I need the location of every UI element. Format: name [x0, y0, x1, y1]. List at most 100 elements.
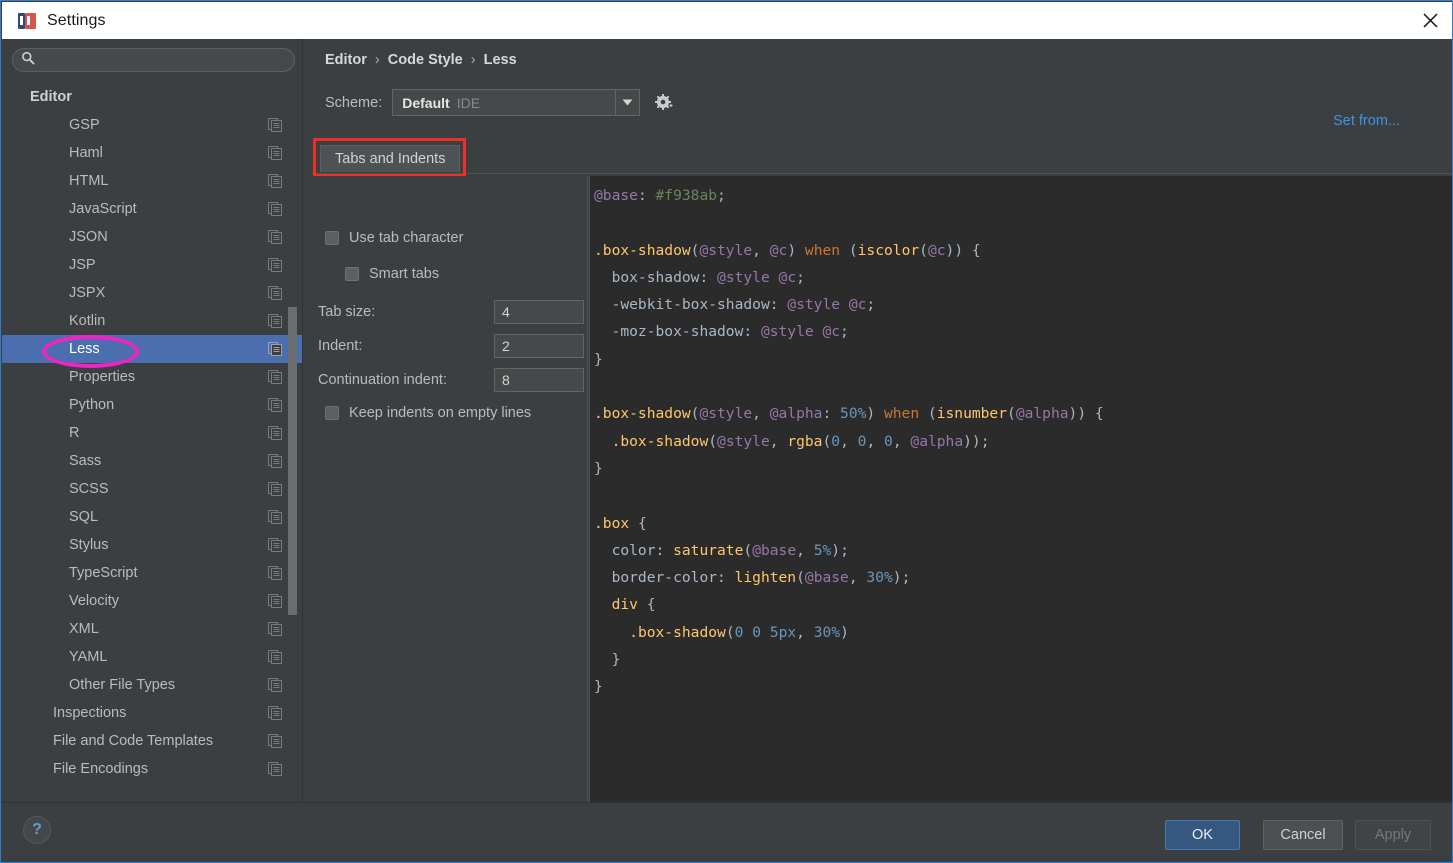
- input-continuation-indent[interactable]: [494, 368, 584, 392]
- sidebar-item-label: GSP: [69, 117, 100, 133]
- sidebar-item-editor[interactable]: Editor: [2, 83, 302, 111]
- copy-settings-icon[interactable]: [268, 230, 282, 244]
- copy-settings-icon[interactable]: [268, 118, 282, 132]
- checkbox-smart-tabs[interactable]: Smart tabs: [345, 266, 439, 282]
- sidebar-item-haml[interactable]: Haml: [2, 139, 302, 167]
- input-tab-size[interactable]: [494, 300, 584, 324]
- sidebar-item-jsp[interactable]: JSP: [2, 251, 302, 279]
- copy-settings-icon[interactable]: [268, 454, 282, 468]
- sidebar-item-yaml[interactable]: YAML: [2, 643, 302, 671]
- copy-settings-icon[interactable]: [268, 706, 282, 720]
- tabs-and-indents-options: Use tab character Smart tabs Tab size: I…: [313, 176, 588, 802]
- code-line: .box-shadow(@style, @c) when (iscolor(@c…: [594, 241, 981, 259]
- close-icon[interactable]: [1407, 2, 1452, 39]
- checkbox-box-keep-indents: [325, 406, 339, 420]
- gear-icon[interactable]: [653, 92, 675, 114]
- code-line: color: saturate(@base, 5%);: [611, 541, 849, 559]
- sidebar-item-scss[interactable]: SCSS: [2, 475, 302, 503]
- settings-sidebar: Editor GSP Haml HTML JavaScript JSON JSP JSPX Ko…: [2, 39, 303, 802]
- copy-settings-icon[interactable]: [268, 258, 282, 272]
- ok-button[interactable]: OK: [1165, 820, 1240, 850]
- sidebar-item-javascript[interactable]: JavaScript: [2, 195, 302, 223]
- sidebar-item-label: Haml: [69, 145, 103, 161]
- copy-settings-icon[interactable]: [268, 482, 282, 496]
- copy-settings-icon[interactable]: [268, 538, 282, 552]
- sidebar-item-sql[interactable]: SQL: [2, 503, 302, 531]
- sidebar-item-jspx[interactable]: JSPX: [2, 279, 302, 307]
- copy-settings-icon[interactable]: [268, 370, 282, 384]
- sidebar-item-other-file-types[interactable]: Other File Types: [2, 671, 302, 699]
- sidebar-item-label: R: [69, 425, 80, 441]
- copy-settings-icon[interactable]: [268, 314, 282, 328]
- copy-settings-icon[interactable]: [268, 342, 282, 356]
- scheme-dropdown[interactable]: Default IDE: [392, 89, 641, 116]
- tab-tabs-and-indents[interactable]: Tabs and Indents: [320, 145, 461, 172]
- copy-settings-icon[interactable]: [268, 202, 282, 216]
- search-box[interactable]: [12, 48, 295, 72]
- sidebar-item-label: HTML: [69, 173, 109, 189]
- sidebar-item-label: JavaScript: [69, 201, 137, 217]
- copy-settings-icon[interactable]: [268, 286, 282, 300]
- breadcrumb-separator-2: ›: [470, 52, 476, 68]
- code-preview[interactable]: @base: #f938ab; .box-shadow(@style, @c) …: [589, 176, 1452, 802]
- settings-tree: Editor GSP Haml HTML JavaScript JSON JSP JSPX Ko…: [2, 83, 302, 802]
- code-line: -moz-box-shadow: @style @c;: [611, 323, 849, 341]
- set-from-link[interactable]: Set from...: [1333, 113, 1400, 129]
- sidebar-item-gsp[interactable]: GSP: [2, 111, 302, 139]
- sidebar-item-inspections[interactable]: Inspections: [2, 699, 302, 727]
- sidebar-item-kotlin[interactable]: Kotlin: [2, 307, 302, 335]
- intellij-idea-icon: [18, 12, 36, 30]
- breadcrumb: Editor › Code Style › Less: [325, 52, 517, 68]
- search-icon: [21, 51, 35, 70]
- checkbox-keep-indents-on-empty-lines[interactable]: Keep indents on empty lines: [325, 405, 531, 421]
- checkbox-use-tab-character[interactable]: Use tab character: [325, 230, 463, 246]
- copy-settings-icon[interactable]: [268, 594, 282, 608]
- search-input[interactable]: [35, 50, 294, 70]
- sidebar-item-r[interactable]: R: [2, 419, 302, 447]
- copy-settings-icon[interactable]: [268, 398, 282, 412]
- checkbox-box-use-tab-character: [325, 231, 339, 245]
- sidebar-item-sass[interactable]: Sass: [2, 447, 302, 475]
- sidebar-item-file-encodings[interactable]: File Encodings: [2, 755, 302, 783]
- copy-settings-icon[interactable]: [268, 174, 282, 188]
- sidebar-item-label: Less: [69, 341, 100, 357]
- sidebar-item-python[interactable]: Python: [2, 391, 302, 419]
- copy-settings-icon[interactable]: [268, 762, 282, 776]
- sidebar-item-file-and-code-templates[interactable]: File and Code Templates: [2, 727, 302, 755]
- sidebar-item-properties[interactable]: Properties: [2, 363, 302, 391]
- code-line: box-shadow: @style @c;: [611, 268, 805, 286]
- copy-settings-icon[interactable]: [268, 510, 282, 524]
- copy-settings-icon[interactable]: [268, 426, 282, 440]
- apply-button[interactable]: Apply: [1355, 820, 1431, 850]
- copy-settings-icon[interactable]: [268, 678, 282, 692]
- copy-settings-icon[interactable]: [268, 622, 282, 636]
- sidebar-item-json[interactable]: JSON: [2, 223, 302, 251]
- input-indent[interactable]: [494, 334, 584, 358]
- cancel-button[interactable]: Cancel: [1263, 820, 1343, 850]
- sidebar-item-html[interactable]: HTML: [2, 167, 302, 195]
- sidebar-item-label: JSON: [69, 229, 108, 245]
- sidebar-item-less[interactable]: Less: [2, 335, 302, 363]
- sidebar-item-label: Python: [69, 397, 115, 413]
- sidebar-item-label: Inspections: [53, 705, 127, 721]
- sidebar-item-stylus[interactable]: Stylus: [2, 531, 302, 559]
- copy-settings-icon[interactable]: [268, 146, 282, 160]
- sidebar-item-velocity[interactable]: Velocity: [2, 587, 302, 615]
- label-use-tab-character: Use tab character: [349, 230, 464, 246]
- code-line: .box-shadow(@style, @alpha: 50%) when (i…: [594, 405, 1104, 423]
- help-icon[interactable]: ?: [23, 816, 51, 844]
- copy-settings-icon[interactable]: [268, 734, 282, 748]
- copy-settings-icon[interactable]: [268, 650, 282, 664]
- label-keep-indents: Keep indents on empty lines: [349, 405, 532, 421]
- code-line: }: [594, 459, 603, 477]
- chevron-down-icon[interactable]: [615, 90, 639, 115]
- field-continuation-indent: Continuation indent:: [318, 368, 584, 392]
- sidebar-item-xml[interactable]: XML: [2, 615, 302, 643]
- sidebar-item-typescript[interactable]: TypeScript: [2, 559, 302, 587]
- sidebar-item-label: Velocity: [69, 593, 119, 609]
- label-smart-tabs: Smart tabs: [369, 266, 440, 282]
- sidebar-scrollbar[interactable]: [288, 307, 297, 615]
- copy-settings-icon[interactable]: [268, 566, 282, 580]
